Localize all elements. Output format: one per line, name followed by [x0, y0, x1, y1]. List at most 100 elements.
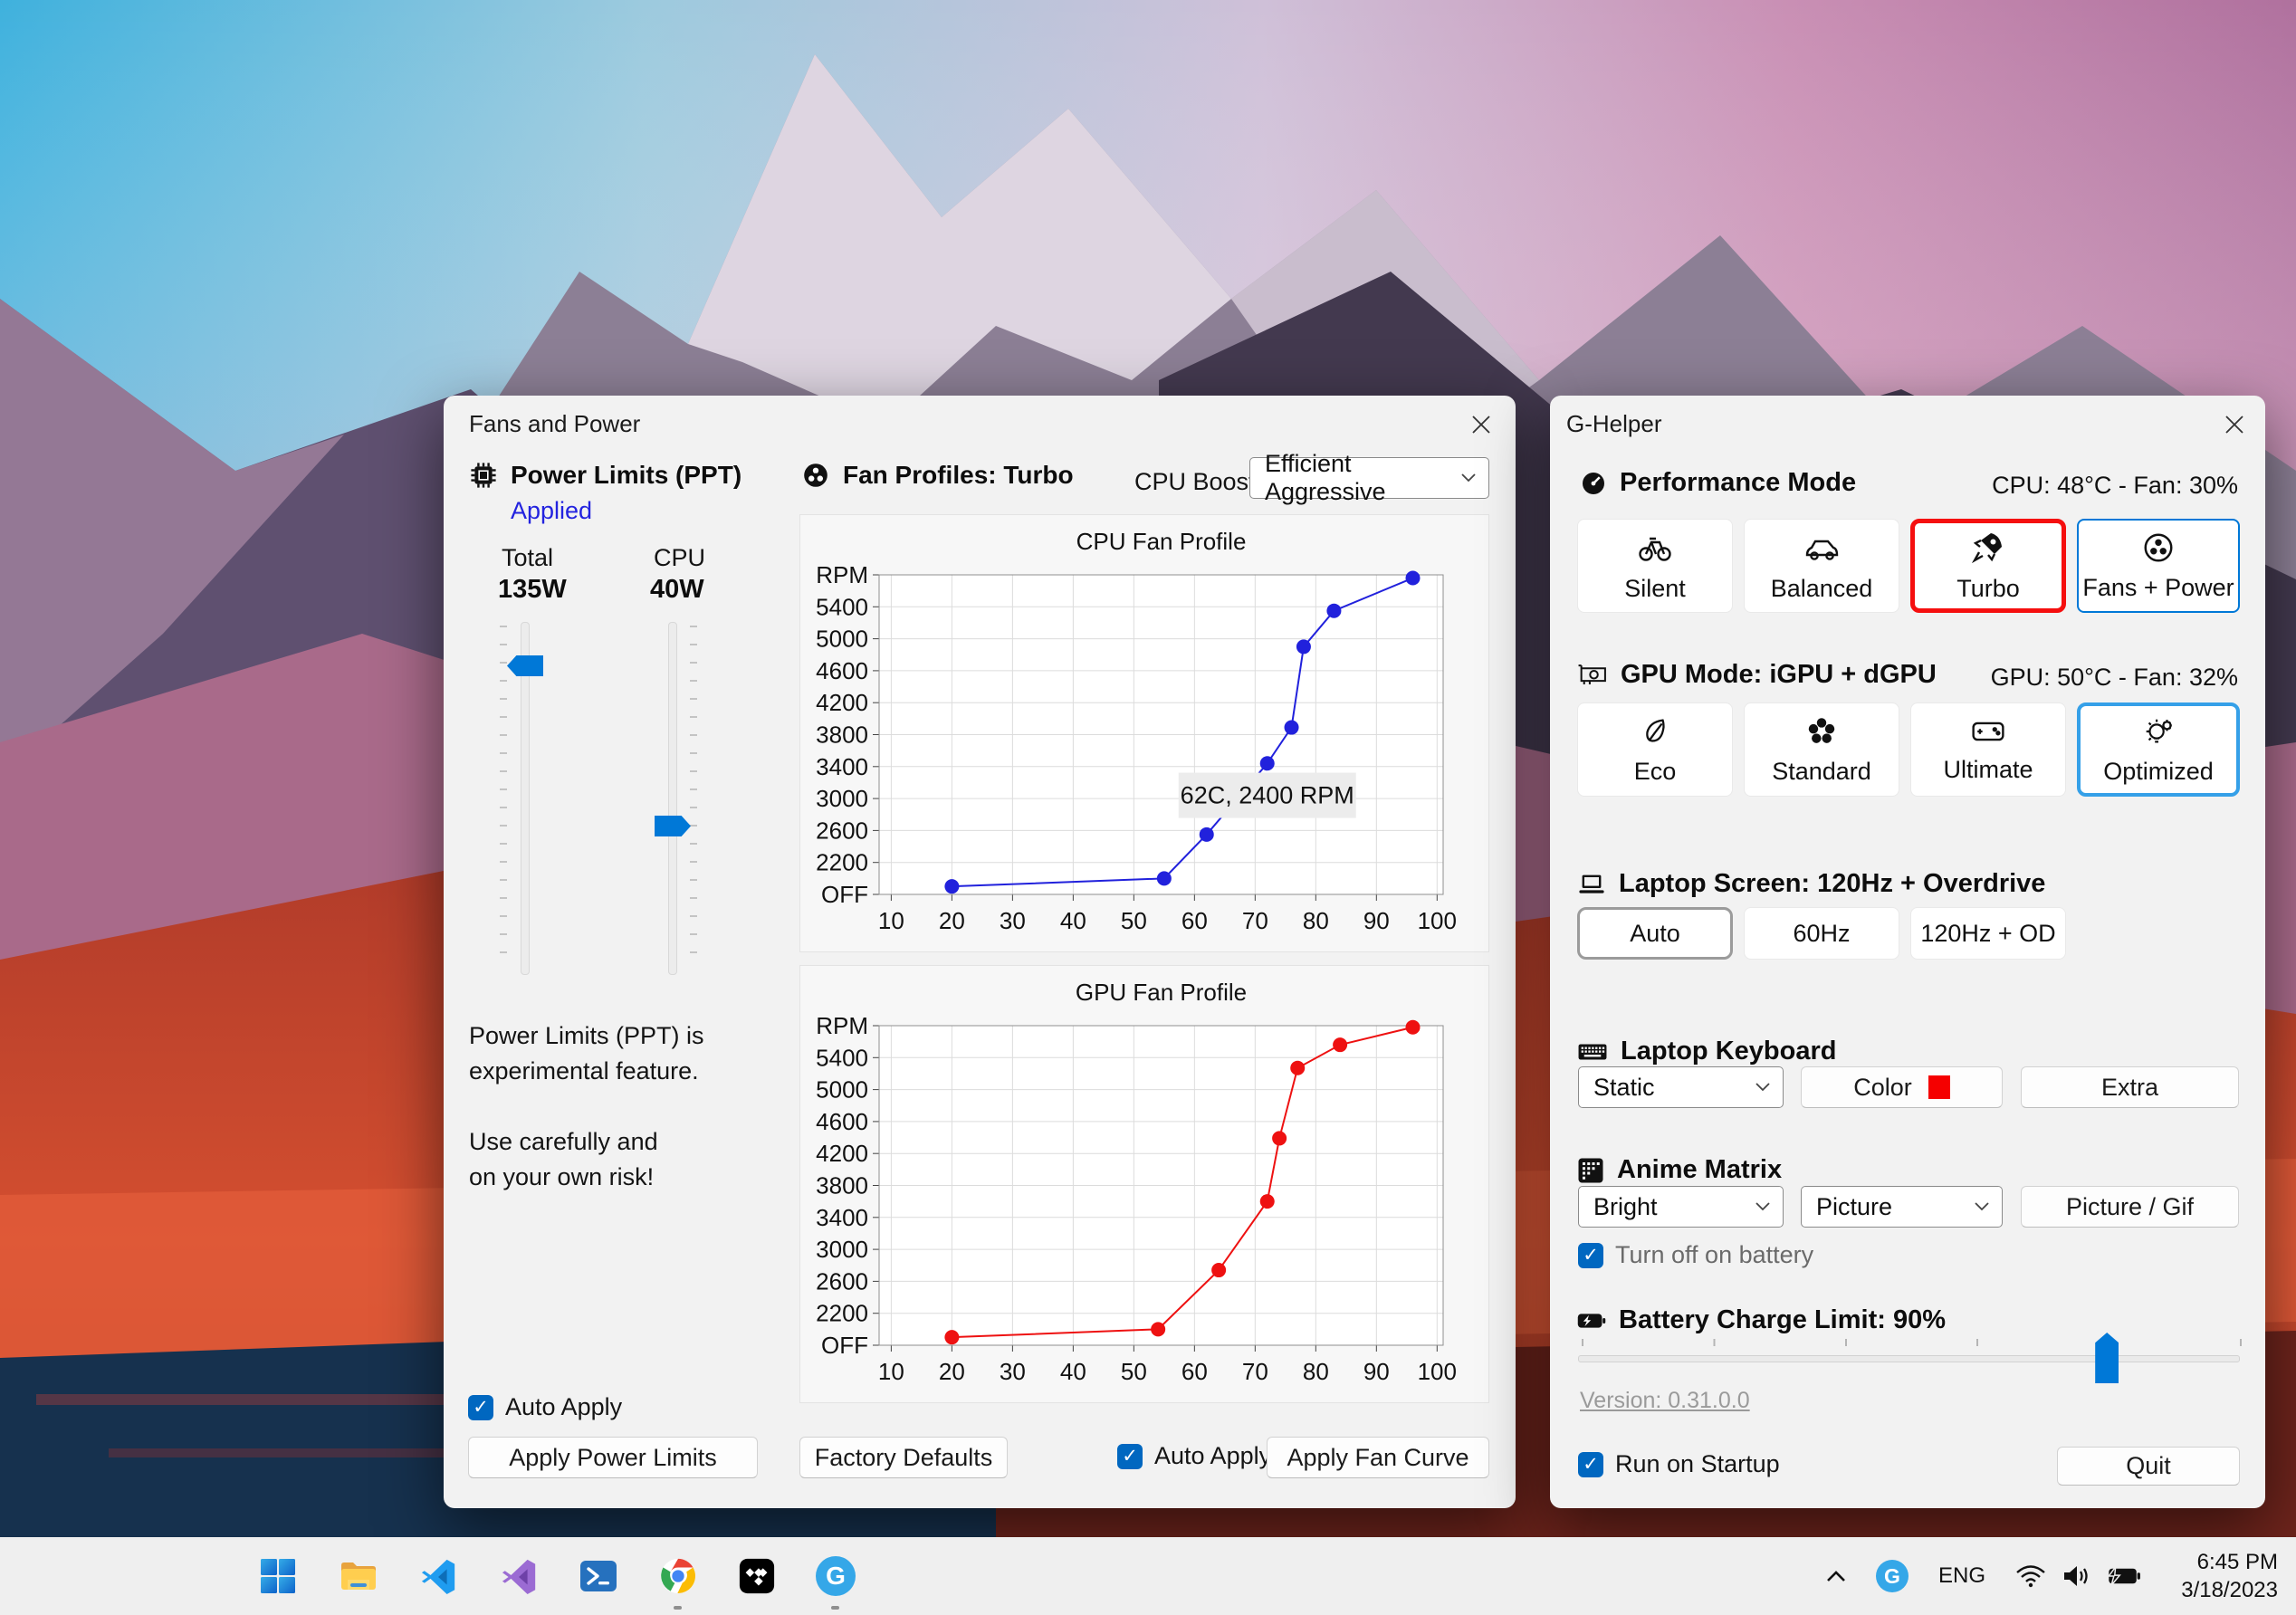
performance-mode-fans-power-button[interactable]: Fans + Power: [2077, 519, 2240, 613]
gpu-mode-ultimate-button[interactable]: Ultimate: [1910, 702, 2066, 797]
gpu-mode-optimized-button[interactable]: Optimized: [2077, 702, 2240, 797]
apply-fan-curve-button[interactable]: Apply Fan Curve: [1267, 1437, 1489, 1478]
volume-icon[interactable]: [2057, 1559, 2095, 1593]
version-link[interactable]: Version: 0.31.0.0: [1580, 1388, 1750, 1414]
turn-off-on-battery-checkbox[interactable]: ✓: [1578, 1242, 1603, 1268]
screen-button-label: 60Hz: [1793, 919, 1851, 947]
gpu-header: GPU Mode: iGPU + dGPU: [1621, 660, 1937, 689]
anime-picture-gif-button[interactable]: Picture / Gif: [2021, 1186, 2239, 1228]
gpu-card-icon: [1577, 662, 1608, 689]
keyboard-mode-value: Static: [1593, 1073, 1655, 1101]
close-icon[interactable]: [2213, 405, 2256, 444]
svg-text:5000: 5000: [816, 1076, 868, 1104]
vscode-icon[interactable]: [412, 1549, 466, 1603]
run-on-startup-label: Run on Startup: [1615, 1450, 1780, 1477]
cpu-temp-status: CPU: 48°C - Fan: 30%: [1992, 472, 2238, 499]
color-swatch: [1928, 1075, 1950, 1099]
svg-text:62C, 2400 RPM: 62C, 2400 RPM: [1181, 782, 1354, 809]
window-title: Fans and Power: [469, 410, 641, 437]
screen-120hz-od-button[interactable]: 120Hz + OD: [1910, 907, 2066, 960]
battery-charging-icon[interactable]: [2102, 1559, 2144, 1593]
applied-link[interactable]: Applied: [511, 497, 592, 525]
battery-icon: [1577, 1311, 1606, 1331]
svg-text:GPU Fan Profile: GPU Fan Profile: [1076, 979, 1247, 1006]
anime-brightness-select[interactable]: Bright: [1578, 1186, 1784, 1228]
taskbar: G G ENG 6:45 PM 3/18/2023: [0, 1537, 2296, 1615]
quit-button[interactable]: Quit: [2057, 1447, 2240, 1486]
close-icon[interactable]: [1459, 405, 1503, 444]
svg-text:3000: 3000: [816, 785, 868, 812]
gpu-mode-eco-button[interactable]: Eco: [1577, 702, 1733, 797]
total-slider-thumb[interactable]: [507, 655, 543, 676]
visual-studio-icon[interactable]: [493, 1549, 547, 1603]
screen-60hz-button[interactable]: 60Hz: [1744, 907, 1899, 960]
fans-and-power-window: Fans and Power Power Limits (PPT) Applie…: [444, 396, 1516, 1508]
tidal-icon[interactable]: [730, 1549, 784, 1603]
battery-slider-thumb[interactable]: [2095, 1333, 2119, 1383]
cpu-boost-select[interactable]: Efficient Aggressive: [1249, 450, 1489, 505]
g-helper-tray-icon[interactable]: G: [1876, 1560, 1909, 1592]
fan-profiles-header: Fan Profiles: Turbo: [843, 461, 1074, 489]
mode-label: Eco: [1633, 757, 1677, 785]
screen-button-label: Auto: [1630, 919, 1680, 947]
power-limits-header: Power Limits (PPT): [511, 461, 742, 489]
chrome-icon[interactable]: [651, 1549, 705, 1603]
powershell-icon[interactable]: [571, 1549, 626, 1603]
total-slider-ticks: [500, 626, 507, 970]
keyboard-mode-select[interactable]: Static: [1578, 1066, 1784, 1108]
wifi-icon[interactable]: [2012, 1559, 2050, 1593]
keyboard-icon: [1577, 1041, 1608, 1063]
auto-apply-power-row: ✓ Auto Apply: [468, 1393, 622, 1421]
auto-apply-power-checkbox[interactable]: ✓: [468, 1394, 493, 1420]
g-helper-taskbar-icon[interactable]: G: [808, 1549, 863, 1603]
run-on-startup-row: ✓ Run on Startup: [1578, 1450, 1780, 1478]
battery-slider-track[interactable]: [1578, 1333, 2240, 1383]
svg-text:OFF: OFF: [821, 881, 868, 908]
anime-mode-select[interactable]: Picture: [1801, 1186, 2003, 1228]
gpu-temp-status: GPU: 50°C - Fan: 32%: [1990, 664, 2238, 691]
laptop-icon: [1577, 872, 1606, 897]
chevron-down-icon: [1755, 1202, 1770, 1211]
tray-chevron-up-icon[interactable]: [1816, 1559, 1856, 1593]
power-limits-header-row: Power Limits (PPT): [469, 461, 741, 490]
battery-header: Battery Charge Limit: 90%: [1619, 1305, 1946, 1334]
fan-circle-icon: [2141, 530, 2176, 565]
svg-text:RPM: RPM: [816, 561, 868, 588]
file-explorer-icon[interactable]: [331, 1549, 386, 1603]
performance-mode-balanced-button[interactable]: Balanced: [1744, 519, 1899, 613]
auto-apply-fan-checkbox[interactable]: ✓: [1117, 1443, 1143, 1469]
screen-auto-button[interactable]: Auto: [1577, 907, 1733, 960]
anime-header: Anime Matrix: [1617, 1155, 1783, 1184]
performance-mode-turbo-button[interactable]: Turbo: [1910, 519, 2066, 613]
tray-time: 6:45 PM: [2196, 1550, 2278, 1574]
g-helper-window: G-Helper Performance Mode CPU: 48°C - Fa…: [1550, 396, 2265, 1508]
keyboard-color-button[interactable]: Color: [1801, 1066, 2003, 1108]
flower-icon: [1804, 714, 1839, 749]
tray-clock[interactable]: 6:45 PM 3/18/2023: [2181, 1548, 2278, 1604]
gpu-fan-chart-card: GPU Fan Profile 10 20 30 40 50 60 70 80 90 100 OFF 2…: [799, 965, 1489, 1403]
apply-power-limits-button[interactable]: Apply Power Limits: [468, 1437, 758, 1478]
gpu-mode-standard-button[interactable]: Standard: [1744, 702, 1899, 797]
chevron-down-icon: [1461, 473, 1476, 483]
svg-text:4600: 4600: [816, 1108, 868, 1135]
start-button[interactable]: [251, 1549, 305, 1603]
gpu-fan-chart[interactable]: GPU Fan Profile 10 20 30 40 50 60 70 80 90 100 OFF 2…: [800, 966, 1488, 1402]
tray-language[interactable]: ENG: [1936, 1561, 1988, 1591]
keyboard-extra-button[interactable]: Extra: [2021, 1066, 2239, 1108]
performance-mode-silent-button[interactable]: Silent: [1577, 519, 1733, 613]
svg-text:60: 60: [1181, 907, 1208, 934]
rocket-icon: [1970, 530, 2006, 566]
cpu-slider-track[interactable]: [668, 622, 677, 975]
run-on-startup-checkbox[interactable]: ✓: [1578, 1451, 1603, 1477]
cpu-slider-thumb[interactable]: [655, 816, 691, 836]
cpu-fan-chart[interactable]: CPU Fan Profile 10 20 30 40 50 60 70 80 90 100 OFF 2…: [800, 515, 1488, 951]
cpu-value: 40W: [650, 575, 704, 604]
mode-label: Turbo: [1956, 574, 2020, 602]
svg-text:5000: 5000: [816, 626, 868, 653]
svg-text:3400: 3400: [816, 753, 868, 780]
svg-text:3000: 3000: [816, 1236, 868, 1263]
cpu-boost-value: Efficient Aggressive: [1265, 450, 1386, 505]
svg-text:OFF: OFF: [821, 1332, 868, 1359]
factory-defaults-button[interactable]: Factory Defaults: [799, 1437, 1008, 1478]
mode-label: Silent: [1624, 574, 1686, 602]
